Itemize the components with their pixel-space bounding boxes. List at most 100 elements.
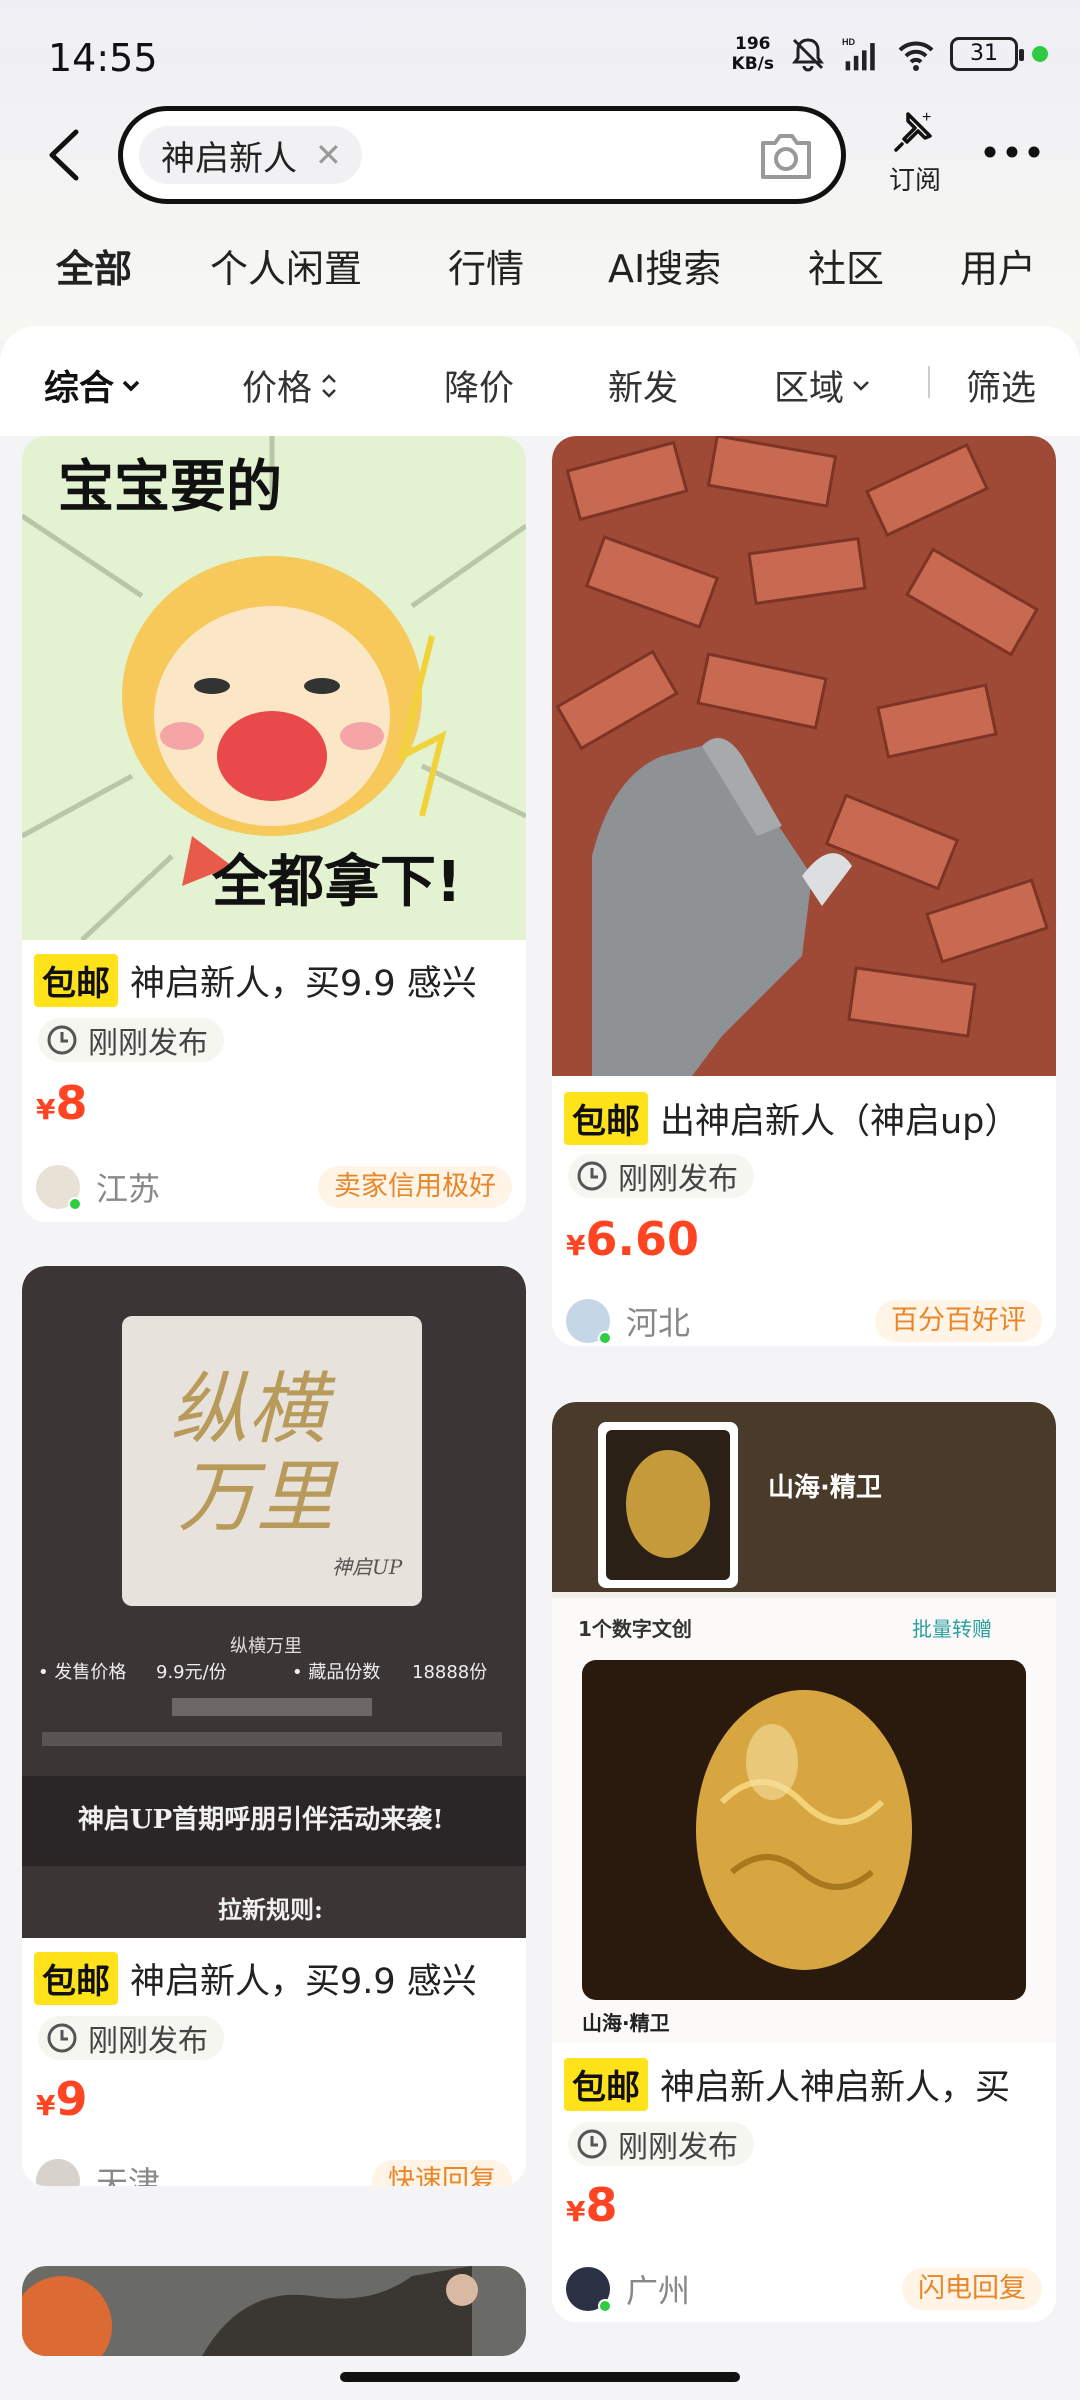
image-name-bottom: 山海·精卫 (582, 2011, 670, 2035)
product-card[interactable]: 纵横 万里 神启UP 纵横万里 • 发售价格 9.9元/份 • 藏品份数 188… (22, 1266, 526, 2186)
image-title-2: 万里 (178, 1453, 339, 1543)
product-price: ¥8 (566, 2178, 618, 2232)
image-count-value: 18888份 (412, 1662, 487, 1683)
svg-text:+: + (922, 109, 931, 126)
product-price: ¥8 (36, 1076, 88, 1130)
subscribe-button[interactable]: + 订阅 (880, 108, 950, 197)
tab-all[interactable]: 全部 (54, 238, 135, 293)
clock-icon (577, 2129, 607, 2159)
free-shipping-tag: 包邮 (564, 1092, 648, 1145)
publish-time-tag: 刚刚发布 (38, 1018, 224, 1062)
product-image (22, 2266, 526, 2356)
filter-bar: 综合 价格 降价 新发 区域 筛选 (0, 326, 1080, 436)
product-title: 包邮 神启新人神启新人，买 (564, 2058, 1054, 2111)
image-price-value: 9.9元/份 (156, 1662, 227, 1683)
product-card[interactable] (22, 2266, 526, 2356)
publish-time-tag: 刚刚发布 (568, 2122, 754, 2166)
search-row: 神启新人 ✕ + 订阅 (0, 100, 1080, 210)
seller-avatar (36, 1165, 82, 1211)
back-arrow-icon[interactable] (40, 126, 94, 184)
privacy-indicator-dot (1032, 46, 1048, 62)
image-caption-bottom: 全都拿下! (211, 850, 462, 915)
subscribe-label: 订阅 (888, 166, 941, 196)
tab-personal-idle[interactable]: 个人闲置 (210, 238, 362, 293)
seller-region: 广州 (626, 2272, 691, 2310)
seller-avatar (36, 2159, 80, 2186)
clock-icon (47, 2023, 77, 2053)
filter-sort[interactable]: 综合 (44, 360, 142, 411)
image-brand: 神启UP (332, 1555, 403, 1579)
image-price-label: • 发售价格 (38, 1662, 126, 1683)
product-price: ¥6.60 (566, 1212, 699, 1266)
filter-button[interactable]: 筛选 (966, 360, 1036, 411)
home-indicator[interactable] (340, 2372, 740, 2382)
image-banner: 神启UP首期呼朋引伴活动来袭! (78, 1804, 444, 1835)
status-icons: 196 KB/s HD 31 (732, 34, 1048, 74)
tab-users[interactable]: 用户 (960, 238, 1036, 293)
status-time: 14:55 (48, 36, 158, 80)
image-count-label: • 藏品份数 (292, 1662, 380, 1683)
image-subtitle: 纵横万里 (230, 1636, 302, 1657)
seller-badge: 百分百好评 (875, 1300, 1042, 1342)
filter-price[interactable]: 价格 (242, 360, 340, 411)
seller-badge: 快速回复 (372, 2160, 512, 2186)
seller-info[interactable]: 天津 (36, 2158, 160, 2186)
tab-community[interactable]: 社区 (808, 238, 884, 293)
seller-region: 天津 (96, 2164, 161, 2186)
seller-avatar (566, 2267, 612, 2313)
product-image: 纵横 万里 神启UP 纵横万里 • 发售价格 9.9元/份 • 藏品份数 188… (22, 1266, 526, 1938)
product-image: 宝宝要的 全都拿下! (22, 436, 526, 940)
seller-region: 江苏 (96, 1170, 161, 1208)
chevron-down-icon (122, 380, 140, 391)
pin-icon: + (894, 109, 932, 152)
search-input[interactable]: 神启新人 ✕ (118, 106, 846, 204)
seller-avatar (566, 1299, 612, 1345)
product-title: 包邮 出神启新人（神启up） (564, 1092, 1054, 1145)
filter-divider (928, 366, 930, 398)
cellular-signal-icon: HD (842, 37, 875, 71)
filter-new[interactable]: 新发 (608, 360, 678, 411)
product-card[interactable]: 山海·精卫 1个数字文创 批量转赠 山海·精卫 包邮 神启新人神启新人，买 刚刚… (552, 1402, 1056, 2322)
sort-updown-icon (322, 373, 336, 398)
camera-icon[interactable] (757, 129, 815, 183)
product-price: ¥9 (36, 2072, 88, 2126)
seller-badge: 闪电回复 (902, 2268, 1042, 2310)
seller-info[interactable]: 江苏 (36, 1164, 161, 1211)
seller-info[interactable]: 广州 (566, 2266, 691, 2313)
product-title: 包邮 神启新人，买9.9 感兴 (34, 954, 524, 1007)
seller-badge: 卖家信用极好 (318, 1166, 512, 1208)
product-image (552, 436, 1056, 1076)
image-caption-top: 宝宝要的 (58, 455, 282, 520)
product-image: 山海·精卫 1个数字文创 批量转赠 山海·精卫 (552, 1402, 1056, 2042)
category-tabs: 全部 个人闲置 行情 AI搜索 社区 用户 (0, 238, 1080, 308)
chevron-down-icon (853, 380, 869, 391)
product-card[interactable]: 宝宝要的 全都拿下! 包邮 神启新人，买9.9 感兴 刚刚发布 ¥8 江苏 卖家… (22, 436, 526, 1222)
network-speed: 196 KB/s (732, 34, 774, 74)
network-speed-unit: KB/s (731, 54, 774, 74)
filter-region[interactable]: 区域 (774, 360, 872, 411)
image-item-count: 1个数字文创 (578, 1617, 692, 1641)
clock-icon (577, 1161, 607, 1191)
free-shipping-tag: 包邮 (34, 1952, 118, 2005)
image-name-top: 山海·精卫 (768, 1473, 882, 1503)
free-shipping-tag: 包邮 (564, 2058, 648, 2111)
clear-query-icon[interactable]: ✕ (315, 136, 342, 174)
tab-market[interactable]: 行情 (448, 238, 524, 293)
svg-text:HD: HD (842, 37, 856, 47)
image-rules: 拉新规则: (218, 1895, 323, 1924)
clock-icon (47, 1025, 77, 1055)
image-title-1: 纵横 (170, 1365, 336, 1455)
search-query-chip[interactable]: 神启新人 ✕ (139, 126, 362, 184)
tab-ai-search[interactable]: AI搜索 (608, 238, 721, 293)
network-speed-value: 196 (735, 34, 771, 54)
more-options-icon[interactable] (982, 142, 1042, 162)
publish-time-tag: 刚刚发布 (38, 2016, 224, 2060)
product-card[interactable]: 包邮 出神启新人（神启up） 刚刚发布 ¥6.60 河北 百分百好评 (552, 436, 1056, 1346)
seller-region: 河北 (626, 1304, 691, 1342)
battery-indicator: 31 (950, 37, 1024, 71)
wifi-icon (898, 41, 934, 71)
publish-time-tag: 刚刚发布 (568, 1154, 754, 1198)
filter-price-drop[interactable]: 降价 (444, 360, 514, 411)
seller-info[interactable]: 河北 (566, 1298, 691, 1345)
free-shipping-tag: 包邮 (34, 954, 118, 1007)
